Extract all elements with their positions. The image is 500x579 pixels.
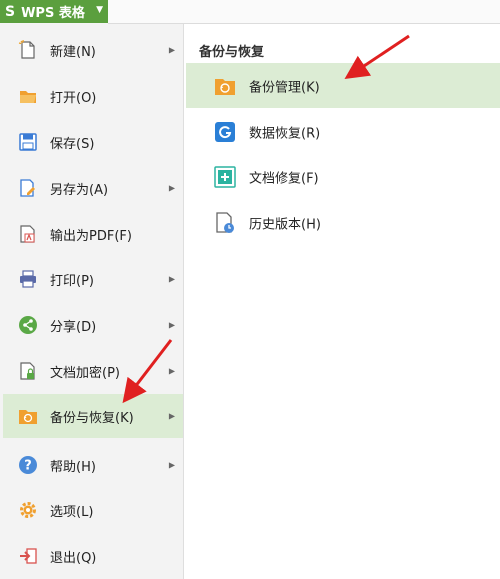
- annotation-arrow-submenu: [344, 34, 410, 79]
- annotation-arrows: [122, 34, 410, 404]
- annotation-arrow-menu: [122, 339, 173, 404]
